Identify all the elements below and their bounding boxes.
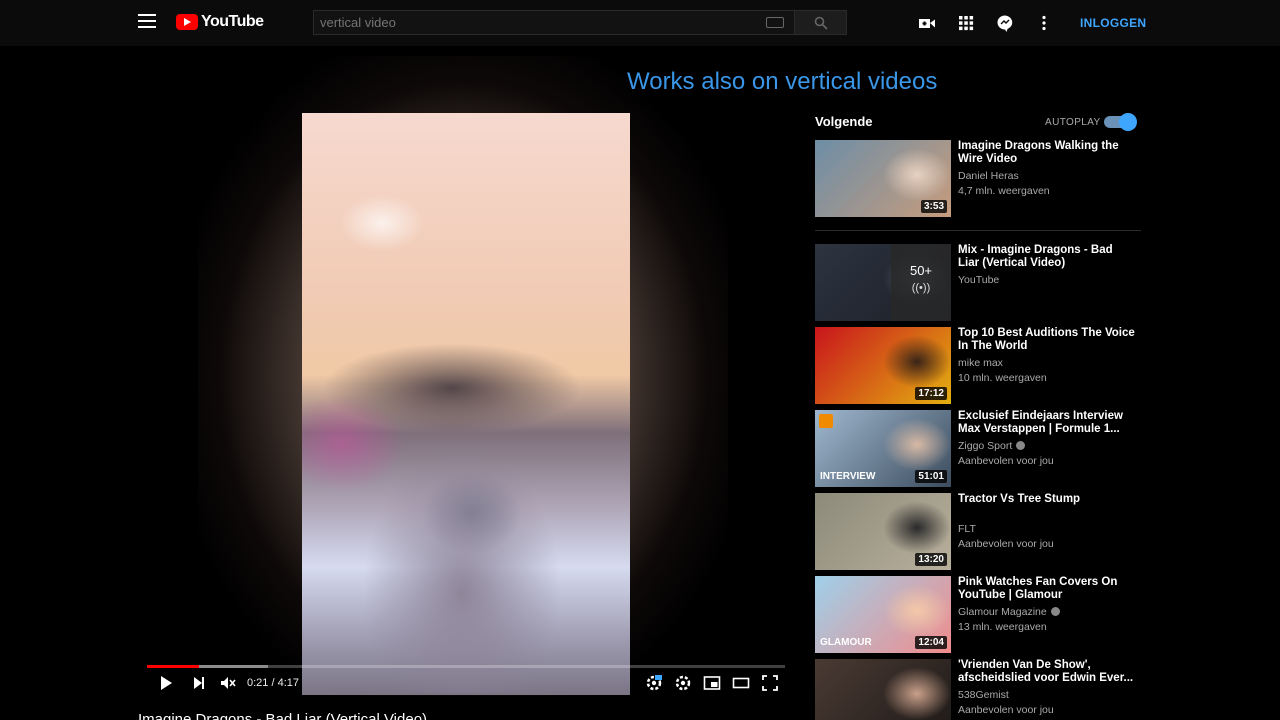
sign-in-button[interactable]: INLOGGEN	[1080, 16, 1146, 30]
video-duration: 13:20	[915, 553, 947, 566]
recommended-video[interactable]: AFSCHEIDSLIED 'Vrienden Van De Show', afs…	[815, 659, 1141, 720]
video-item-title[interactable]: Pink Watches Fan Covers On YouTube | Gla…	[958, 576, 1136, 602]
youtube-logo[interactable]: YouTube	[176, 13, 264, 31]
video-meta: Aanbevolen voor jou	[958, 538, 1054, 550]
channel-name[interactable]: FLT	[958, 523, 976, 535]
autoplay-toggle[interactable]	[1104, 113, 1137, 131]
mix-count: 50+	[909, 263, 933, 278]
menu-icon[interactable]	[138, 14, 156, 28]
video-duration: 12:04	[915, 636, 947, 649]
video-meta: 13 mln. weergaven	[958, 621, 1047, 633]
settings-icon[interactable]	[674, 674, 692, 692]
video-thumbnail[interactable]: 3:53	[815, 140, 951, 217]
keyboard-icon[interactable]	[766, 17, 784, 28]
apps-icon[interactable]	[956, 13, 976, 33]
recommended-video[interactable]: 17:12 Top 10 Best Auditions The Voice In …	[815, 327, 1141, 405]
messages-icon[interactable]	[995, 13, 1015, 33]
video-item-title[interactable]: Top 10 Best Auditions The Voice In The W…	[958, 327, 1136, 353]
ziggo-badge-icon	[819, 414, 833, 428]
video-title: Imagine Dragons - Bad Liar (Vertical Vid…	[138, 711, 428, 720]
masthead: YouTube INLOGGEN	[0, 0, 1280, 46]
video-thumbnail[interactable]: AFSCHEIDSLIED	[815, 659, 951, 720]
video-item-title[interactable]: Mix - Imagine Dragons - Bad Liar (Vertic…	[958, 244, 1136, 270]
verified-icon	[1050, 607, 1060, 616]
video-smoke	[322, 343, 582, 433]
recommended-video[interactable]: 50+ ((•)) Mix - Imagine Dragons - Bad Liar…	[815, 244, 1141, 322]
search-box	[313, 10, 847, 35]
youtube-play-icon	[176, 14, 198, 30]
autoplay-label: AUTOPLAY	[1045, 117, 1101, 128]
mix-broadcast-icon: ((•))	[911, 282, 931, 294]
video-thumbnail[interactable]: 13:20	[815, 493, 951, 570]
recommended-video[interactable]: GLAMOUR 12:04 Pink Watches Fan Covers On Y…	[815, 576, 1141, 654]
channel-name[interactable]: 538Gemist	[958, 689, 1009, 701]
channel-name[interactable]: Glamour Magazine	[958, 606, 1060, 618]
video-meta: Aanbevolen voor jou	[958, 704, 1054, 716]
total-duration: 4:17	[277, 677, 300, 689]
fullscreen-icon[interactable]	[761, 674, 779, 692]
create-video-icon[interactable]	[917, 13, 937, 33]
more-options-icon[interactable]	[1034, 13, 1054, 33]
channel-name[interactable]: mike max	[958, 357, 1003, 369]
miniplayer-icon[interactable]	[703, 674, 721, 692]
theater-mode-icon[interactable]	[732, 674, 750, 692]
player-controls: 0:21 / 4:17	[138, 668, 792, 698]
promo-headline: Works also on vertical videos	[627, 68, 938, 95]
video-thumbnail[interactable]: 17:12	[815, 327, 951, 404]
video-thumbnail[interactable]: 50+ ((•))	[815, 244, 951, 321]
mute-icon[interactable]	[219, 674, 237, 692]
thumbnail-overlay-text: GLAMOUR	[820, 637, 872, 648]
autoplay-settings-icon[interactable]	[645, 674, 663, 692]
video-thumbnail[interactable]: INTERVIEW 51:01	[815, 410, 951, 487]
recommended-video[interactable]: INTERVIEW 51:01 Exclusief Eindejaars Inter…	[815, 410, 1141, 488]
mix-panel: 50+ ((•))	[891, 244, 951, 321]
up-next-divider	[815, 230, 1141, 231]
autoplay-toggle-knob	[1119, 113, 1137, 131]
time-separator: /	[268, 677, 278, 689]
search-input[interactable]	[314, 11, 766, 34]
next-icon[interactable]	[190, 674, 208, 692]
video-meta: 10 mln. weergaven	[958, 372, 1047, 384]
time-display: 0:21 / 4:17	[247, 677, 299, 689]
video-meta: 4,7 mln. weergaven	[958, 185, 1050, 197]
search-button[interactable]	[794, 11, 846, 34]
vertical-video-frame[interactable]	[302, 113, 630, 695]
video-item-title[interactable]: Tractor Vs Tree Stump	[958, 493, 1136, 506]
video-thumbnail[interactable]: GLAMOUR 12:04	[815, 576, 951, 653]
channel-name[interactable]: YouTube	[958, 274, 999, 286]
video-item-title[interactable]: Imagine Dragons Walking the Wire Video	[958, 140, 1136, 166]
thumbnail-overlay-text: INTERVIEW	[820, 471, 876, 482]
current-time: 0:21	[247, 677, 269, 689]
logo-text: YouTube	[201, 13, 264, 30]
video-duration: 3:53	[920, 200, 947, 213]
video-duration: 51:01	[915, 470, 947, 483]
video-player[interactable]: 0:21 / 4:17	[138, 46, 792, 698]
video-duration: 17:12	[915, 387, 947, 400]
video-meta: Aanbevolen voor jou	[958, 455, 1054, 467]
video-item-title[interactable]: 'Vrienden Van De Show', afscheidslied vo…	[958, 659, 1136, 685]
recommended-video[interactable]: 3:53 Imagine Dragons Walking the Wire Vid…	[815, 140, 1141, 218]
video-item-title[interactable]: Exclusief Eindejaars Interview Max Verst…	[958, 410, 1136, 436]
play-icon[interactable]	[157, 674, 175, 692]
search-icon	[814, 16, 828, 30]
verified-icon	[1016, 441, 1026, 450]
up-next-label: Volgende	[815, 114, 873, 129]
recommended-video[interactable]: 13:20 Tractor Vs Tree Stump FLT Aanbevolen …	[815, 493, 1141, 571]
channel-name[interactable]: Ziggo Sport	[958, 440, 1026, 452]
channel-name[interactable]: Daniel Heras	[958, 170, 1019, 182]
video-tractor	[362, 443, 562, 693]
